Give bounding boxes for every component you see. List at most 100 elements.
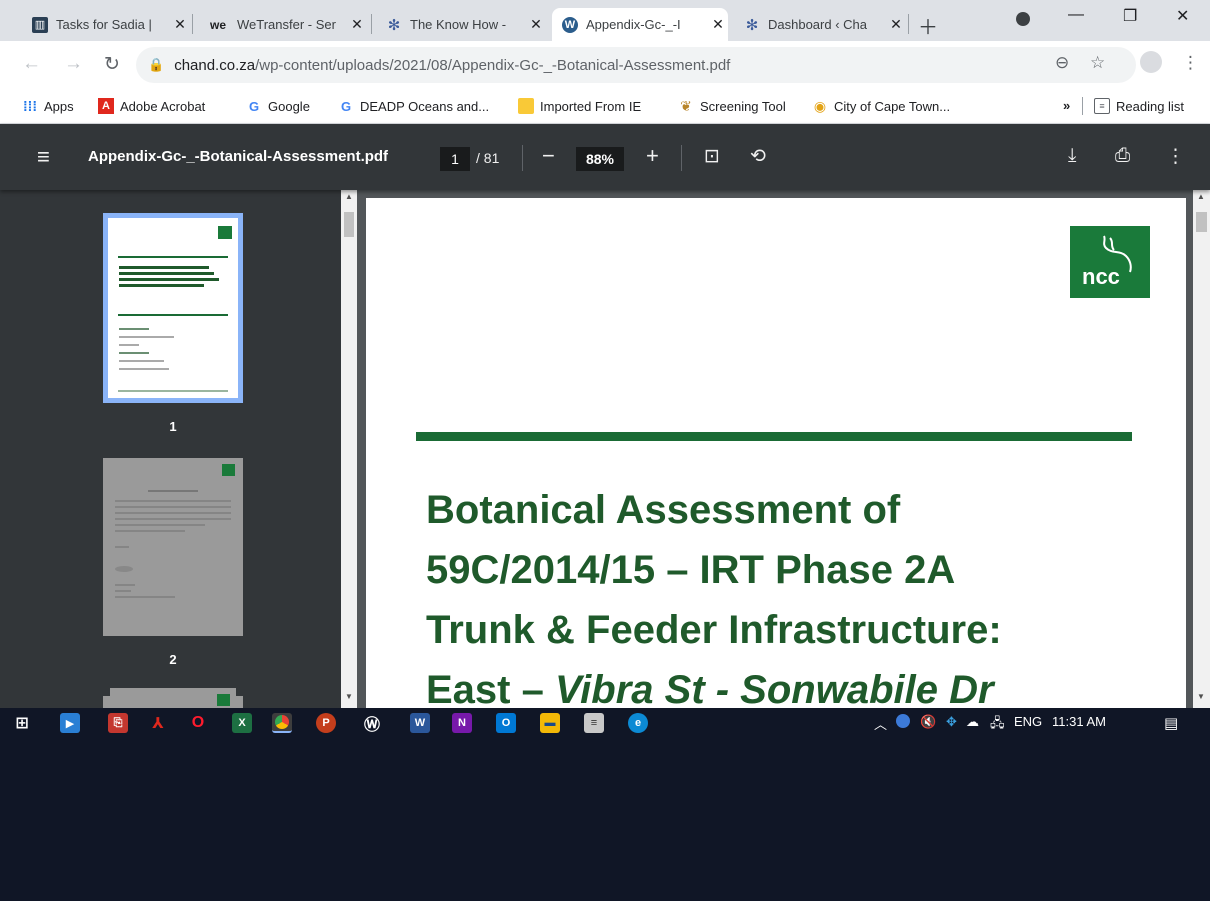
excel-icon[interactable]: X	[232, 713, 252, 733]
bookmark-cape-town[interactable]: ◉ City of Cape Town...	[812, 98, 950, 114]
address-bar[interactable]: 🔒 chand.co.za/wp-content/uploads/2021/08…	[136, 47, 1136, 83]
tab-wetransfer[interactable]: we WeTransfer - Ser ✕	[197, 8, 367, 41]
wordpress-taskbar-icon[interactable]: Ⓦ	[362, 713, 382, 734]
bookmark-star-icon[interactable]: ☆	[1090, 53, 1105, 73]
chrome-menu-icon[interactable]: ⋮	[1182, 53, 1199, 73]
word-icon[interactable]: W	[410, 713, 430, 733]
bookmark-label: Screening Tool	[700, 98, 786, 114]
wetransfer-icon: we	[209, 17, 226, 32]
network-icon[interactable]: 🖧	[990, 714, 1005, 736]
edge-icon[interactable]: e	[628, 713, 648, 733]
acrobat-icon[interactable]: ⅄	[148, 713, 168, 733]
close-icon[interactable]: ✕	[347, 16, 367, 33]
notepad-icon[interactable]: ≡	[584, 713, 604, 733]
download-icon[interactable]: ⤓	[1068, 145, 1076, 167]
new-tab-button[interactable]: ＋	[918, 11, 938, 40]
adobe-reader-icon[interactable]: ⎘	[108, 713, 128, 733]
bookmark-label: Apps	[44, 98, 74, 114]
bookmark-label: Google	[268, 98, 310, 114]
bookmark-adobe[interactable]: A Adobe Acrobat	[98, 98, 205, 114]
onedrive-icon[interactable]: ☁	[966, 714, 979, 730]
media-player-icon[interactable]: ▶	[60, 713, 80, 733]
zoom-out-button[interactable]: −	[542, 144, 555, 168]
file-explorer-icon[interactable]: ▬	[540, 713, 560, 733]
windows-start-icon[interactable]: ⊞	[12, 713, 32, 733]
profile-circle-icon[interactable]	[1016, 12, 1030, 31]
tray-chevron-icon[interactable]: ︿	[874, 714, 887, 733]
notifications-icon[interactable]: ▤	[1164, 714, 1178, 732]
title-line-4: East – Vibra St - Sonwabile Dr	[426, 660, 1002, 708]
close-icon[interactable]: ✕	[170, 16, 190, 33]
zoom-in-button[interactable]: +	[646, 144, 659, 168]
trello-icon: ▥	[32, 16, 48, 33]
thumbnail-page-2[interactable]: 2	[103, 458, 243, 667]
volume-muted-icon[interactable]: 🔇	[920, 714, 936, 730]
zoom-level-input[interactable]: 88%	[576, 147, 624, 171]
reading-list-button[interactable]: ≡ Reading list	[1094, 98, 1184, 114]
bookmark-divider	[1082, 97, 1083, 115]
sidebar-menu-icon[interactable]: ≡	[37, 146, 50, 168]
bookmarks-bar: ⁞⁞⁞ Apps A Adobe Acrobat G Google G DEAD…	[0, 89, 1210, 124]
opera-icon[interactable]: O	[188, 713, 208, 733]
bookmark-label: Adobe Acrobat	[120, 98, 206, 114]
minimize-button[interactable]: —	[1068, 6, 1084, 24]
onenote-icon[interactable]: N	[452, 713, 472, 733]
tab-divider	[908, 14, 909, 34]
tab-strip: ▥ Tasks for Sadia | ✕ we WeTransfer - Se…	[0, 0, 1210, 41]
sidebar-scrollbar[interactable]: ▲ ▼	[341, 190, 357, 708]
back-button[interactable]: ←	[22, 53, 41, 75]
zoom-icon[interactable]: ⊖	[1055, 53, 1069, 73]
bookmark-imported-ie[interactable]: Imported From IE	[518, 98, 641, 114]
bookmark-google[interactable]: G Google	[246, 98, 310, 114]
scroll-up-icon[interactable]: ▲	[345, 192, 353, 201]
forward-button[interactable]: →	[64, 53, 83, 75]
close-icon[interactable]: ✕	[886, 16, 906, 33]
title-line-4-prefix: East –	[426, 668, 555, 708]
scrollbar-thumb[interactable]	[1196, 212, 1207, 232]
cape-town-icon: ◉	[813, 97, 827, 114]
print-icon[interactable]: ⎙	[1115, 145, 1130, 167]
restore-button[interactable]: ❐	[1123, 6, 1137, 26]
more-actions-icon[interactable]: ⋮	[1166, 145, 1185, 168]
page-number-input[interactable]: 1	[440, 147, 470, 171]
bookmark-label: Imported From IE	[540, 98, 642, 114]
close-icon[interactable]: ✕	[526, 16, 546, 33]
profile-avatar[interactable]	[1140, 51, 1162, 78]
knowhow-icon: ✻	[745, 16, 759, 34]
scrollbar-thumb[interactable]	[344, 212, 354, 237]
tray-antivirus-icon[interactable]	[896, 714, 910, 731]
chrome-icon[interactable]	[272, 713, 292, 733]
thumbnail-page-3-top	[110, 688, 236, 708]
thumb-footer	[118, 390, 228, 392]
close-icon[interactable]: ✕	[708, 16, 728, 33]
tab-trello[interactable]: ▥ Tasks for Sadia | ✕	[22, 8, 190, 41]
bookmark-deadp[interactable]: G DEADP Oceans and...	[338, 98, 489, 114]
scroll-down-icon[interactable]: ▼	[345, 692, 353, 701]
clock[interactable]: 11:31 AM	[1052, 714, 1106, 729]
close-window-button[interactable]: ✕	[1176, 6, 1189, 26]
bookmark-apps[interactable]: ⁞⁞⁞ Apps	[22, 98, 74, 114]
scroll-up-icon[interactable]: ▲	[1197, 192, 1205, 201]
thumb-text-lines	[115, 490, 231, 598]
reload-button[interactable]: ↻	[104, 53, 120, 76]
outlook-icon[interactable]: O	[496, 713, 516, 733]
url-host: chand.co.za	[174, 56, 256, 74]
fit-page-icon[interactable]: ⊡	[704, 145, 720, 168]
more-bookmarks-button[interactable]: »	[1063, 98, 1070, 113]
title-line-3: Trunk & Feeder Infrastructure:	[426, 608, 1002, 652]
tab-knowhow[interactable]: ✻ The Know How - ✕	[376, 8, 546, 41]
bookmark-screening-tool[interactable]: ❦ Screening Tool	[678, 98, 786, 114]
bookmark-label: DEADP Oceans and...	[360, 98, 490, 114]
address-toolbar: ← → ↻ 🔒 chand.co.za/wp-content/uploads/2…	[0, 41, 1210, 89]
rotate-icon[interactable]: ⟲	[750, 145, 766, 168]
thumbnail-page-1[interactable]: 1	[103, 213, 243, 434]
scroll-down-icon[interactable]: ▼	[1197, 692, 1205, 701]
powerpoint-icon[interactable]: P	[316, 713, 336, 733]
tab-dashboard[interactable]: ✻ Dashboard ‹ Cha ✕	[734, 8, 906, 41]
page-total: / 81	[476, 150, 500, 166]
main-scrollbar[interactable]: ▲ ▼	[1193, 190, 1210, 708]
language-indicator[interactable]: ENG	[1014, 714, 1042, 729]
dropbox-icon[interactable]: ✥	[946, 714, 957, 730]
tab-appendix-active[interactable]: W Appendix-Gc-_-I ✕	[552, 8, 728, 41]
reading-list-label: Reading list	[1116, 98, 1184, 114]
